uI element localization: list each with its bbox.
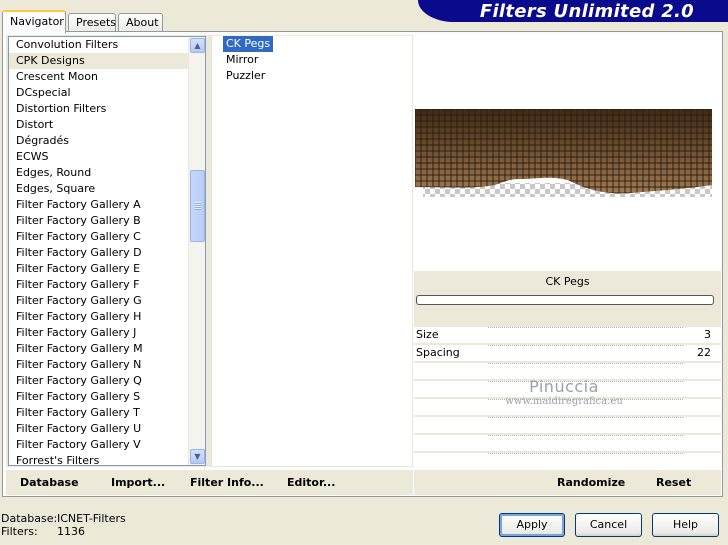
parameter-label: Spacing <box>416 346 460 359</box>
parameter-row[interactable]: Size 3 <box>414 327 721 345</box>
filter-name-label: CK Pegs <box>545 275 590 288</box>
category-item[interactable]: Filter Factory Gallery F <box>9 277 205 293</box>
category-item[interactable]: Filter Factory Gallery E <box>9 261 205 277</box>
database-value: ICNET-Filters <box>57 512 126 525</box>
preview-pane: CK Pegs Size 3 Spacing 22 Pinuccia www.maid… <box>414 35 721 471</box>
tab-navigator[interactable]: Navigator <box>2 10 66 33</box>
category-item[interactable]: Filter Factory Gallery Q <box>9 373 205 389</box>
parameter-slider[interactable] <box>488 345 683 349</box>
category-item[interactable]: Filter Factory Gallery V <box>9 437 205 453</box>
parameter-value: 3 <box>704 328 711 341</box>
parameter-slider[interactable] <box>488 363 683 367</box>
category-item[interactable]: Distort <box>9 117 205 133</box>
category-item[interactable]: Filter Factory Gallery T <box>9 405 205 421</box>
category-item[interactable]: Dégradés <box>9 133 205 149</box>
parameter-slider[interactable] <box>488 453 683 457</box>
filter-item[interactable]: CK Pegs <box>221 35 275 53</box>
scroll-thumb[interactable] <box>190 170 205 242</box>
filters-count-key: Filters: <box>1 525 38 538</box>
category-item[interactable]: CPK Designs <box>9 53 205 69</box>
database-info: Database:ICNET-Filters Filters: 1136 <box>1 512 126 538</box>
category-item[interactable]: Filter Factory Gallery N <box>9 357 205 373</box>
help-button[interactable]: Help <box>652 513 719 537</box>
category-item[interactable]: Filter Factory Gallery G <box>9 293 205 309</box>
tab-presets[interactable]: Presets <box>68 13 116 32</box>
filter-items: CK Pegs Mirror Puzzler <box>212 35 412 84</box>
parameter-slider[interactable] <box>488 435 683 439</box>
parameter-row[interactable]: Spacing 22 <box>414 345 721 363</box>
category-item[interactable]: ECWS <box>9 149 205 165</box>
category-item[interactable]: Forrest's Filters <box>9 453 205 465</box>
parameter-slider[interactable] <box>488 327 683 331</box>
apply-button[interactable]: Apply <box>499 513 565 537</box>
category-item[interactable]: Filter Factory Gallery U <box>9 421 205 437</box>
watermark-url: www.maidiregrafica.eu <box>505 396 623 407</box>
tab-about[interactable]: About <box>118 13 163 32</box>
grip-icon <box>195 202 201 210</box>
database-key: Database: <box>1 512 58 525</box>
category-item[interactable]: DCspecial <box>9 85 205 101</box>
watermark: Pinuccia www.maidiregrafica.eu <box>414 377 714 407</box>
filter-row: Puzzler <box>212 68 412 84</box>
randomize-button[interactable]: Randomize <box>557 476 625 489</box>
scroll-down-button[interactable]: ▼ <box>190 449 205 464</box>
cancel-button[interactable]: Cancel <box>575 513 642 537</box>
category-item[interactable]: Filter Factory Gallery B <box>9 213 205 229</box>
scroll-up-button[interactable]: ▲ <box>190 38 205 53</box>
filter-list[interactable]: CK Pegs Mirror Puzzler <box>211 35 412 466</box>
parameter-slider[interactable] <box>488 417 683 421</box>
progress-bar <box>416 295 714 305</box>
category-item[interactable]: Crescent Moon <box>9 69 205 85</box>
category-item[interactable]: Distortion Filters <box>9 101 205 117</box>
category-item[interactable]: Filter Factory Gallery H <box>9 309 205 325</box>
category-item[interactable]: Filter Factory Gallery J <box>9 325 205 341</box>
parameter-row[interactable] <box>414 417 721 435</box>
filter-item[interactable]: Mirror <box>223 52 261 68</box>
reset-button[interactable]: Reset <box>656 476 691 489</box>
filter-item[interactable]: Puzzler <box>223 68 268 84</box>
import-button[interactable]: Import... <box>111 476 165 489</box>
navigator-toolbar: Database Import... Filter Info... Editor… <box>6 469 413 495</box>
filters-count-value: 1136 <box>57 525 85 538</box>
category-item[interactable]: Filter Factory Gallery S <box>9 389 205 405</box>
category-item[interactable]: Filter Factory Gallery D <box>9 245 205 261</box>
filter-row: CK Pegs <box>212 35 412 53</box>
filter-name-box: CK Pegs <box>414 271 721 327</box>
preview-toolbar: Randomize Reset <box>414 469 721 495</box>
category-item[interactable]: Convolution Filters <box>9 37 205 53</box>
editor-button[interactable]: Editor... <box>287 476 335 489</box>
database-button[interactable]: Database <box>20 476 79 489</box>
parameter-label: Size <box>416 328 439 341</box>
category-item[interactable]: Edges, Round <box>9 165 205 181</box>
parameter-row[interactable] <box>414 435 721 453</box>
category-item[interactable]: Filter Factory Gallery M <box>9 341 205 357</box>
category-scrollbar[interactable]: ▲ ▼ <box>188 37 205 465</box>
category-list[interactable]: Convolution Filters CPK Designs Crescent M… <box>8 36 206 466</box>
parameter-value: 22 <box>697 346 711 359</box>
lists-area: Convolution Filters CPK Designs Crescent M… <box>6 35 413 467</box>
navigator-panel: Convolution Filters CPK Designs Crescent M… <box>2 31 723 497</box>
category-items: Convolution Filters CPK Designs Crescent M… <box>9 37 205 465</box>
app-banner: Filters Unlimited 2.0 <box>418 0 728 22</box>
preview-image <box>415 109 712 197</box>
banner-title: Filters Unlimited 2.0 <box>479 1 694 22</box>
filter-info-button[interactable]: Filter Info... <box>190 476 264 489</box>
filter-row: Mirror <box>212 52 412 68</box>
category-item[interactable]: Filter Factory Gallery C <box>9 229 205 245</box>
category-item[interactable]: Filter Factory Gallery A <box>9 197 205 213</box>
watermark-name: Pinuccia <box>529 377 599 396</box>
category-item[interactable]: Edges, Square <box>9 181 205 197</box>
